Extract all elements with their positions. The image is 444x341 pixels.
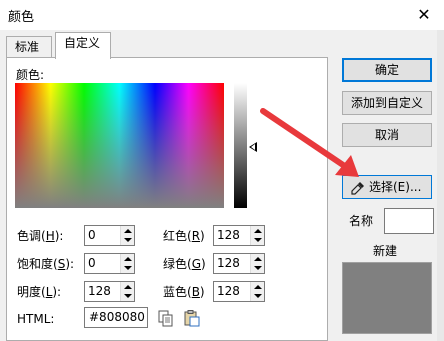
red-stepper[interactable]: 128 — [213, 225, 265, 246]
tab-custom[interactable]: 自定义 — [55, 32, 111, 59]
red-down-icon[interactable] — [251, 235, 264, 245]
new-label: 新建 — [373, 244, 398, 258]
new-color-swatch — [342, 262, 432, 334]
color-label: 颜色: — [16, 68, 45, 82]
html-input[interactable]: #808080 — [84, 307, 148, 328]
annotation-arrow-icon — [260, 108, 359, 177]
name-input[interactable] — [384, 208, 434, 234]
saturation-stepper[interactable]: 0 — [84, 253, 135, 274]
luminance-stepper[interactable]: 128 — [84, 281, 135, 302]
html-label: HTML: — [17, 312, 55, 326]
blue-down-icon[interactable] — [251, 291, 264, 301]
hue-label: 色调(H): — [17, 229, 64, 243]
blue-label: 蓝色(B) — [163, 285, 205, 299]
title-bar: 颜色 ✕ — [0, 0, 444, 30]
red-up-icon[interactable] — [251, 226, 264, 236]
window-edge — [437, 30, 444, 341]
luminance-up-icon[interactable] — [121, 282, 134, 292]
copy-icon[interactable] — [158, 310, 174, 327]
green-up-icon[interactable] — [251, 254, 264, 264]
luminance-slider[interactable] — [234, 83, 247, 208]
luminance-value[interactable]: 128 — [85, 282, 120, 301]
ok-button[interactable]: 确定 — [342, 58, 432, 82]
red-label: 红色(R) — [163, 229, 205, 243]
pick-color-label: 选择(E)... — [369, 180, 422, 194]
close-icon[interactable]: ✕ — [404, 0, 444, 30]
green-label: 绿色(G) — [163, 257, 206, 271]
saturation-label: 饱和度(S): — [17, 257, 75, 271]
green-stepper[interactable]: 128 — [213, 253, 265, 274]
blue-stepper[interactable]: 128 — [213, 281, 265, 302]
color-spectrum[interactable] — [15, 83, 224, 208]
hue-stepper[interactable]: 0 — [84, 225, 135, 246]
hue-up-icon[interactable] — [121, 226, 134, 236]
green-down-icon[interactable] — [251, 263, 264, 273]
red-value[interactable]: 128 — [214, 226, 250, 245]
saturation-up-icon[interactable] — [121, 254, 134, 264]
blue-up-icon[interactable] — [251, 282, 264, 292]
hue-down-icon[interactable] — [121, 235, 134, 245]
tab-standard[interactable]: 标准 — [6, 36, 52, 58]
blue-value[interactable]: 128 — [214, 282, 250, 301]
paste-icon[interactable] — [184, 310, 200, 327]
saturation-value[interactable]: 0 — [85, 254, 120, 273]
luminance-label: 明度(L): — [17, 285, 62, 299]
color-dialog: 颜色 ✕ 标准 自定义 颜色: 色调(H): 饱和度(S): 明度(L): HT… — [0, 0, 444, 341]
saturation-down-icon[interactable] — [121, 263, 134, 273]
hue-value[interactable]: 0 — [85, 226, 120, 245]
luminance-down-icon[interactable] — [121, 291, 134, 301]
window-title: 颜色 — [8, 10, 35, 25]
green-value[interactable]: 128 — [214, 254, 250, 273]
name-label: 名称 — [349, 214, 374, 228]
